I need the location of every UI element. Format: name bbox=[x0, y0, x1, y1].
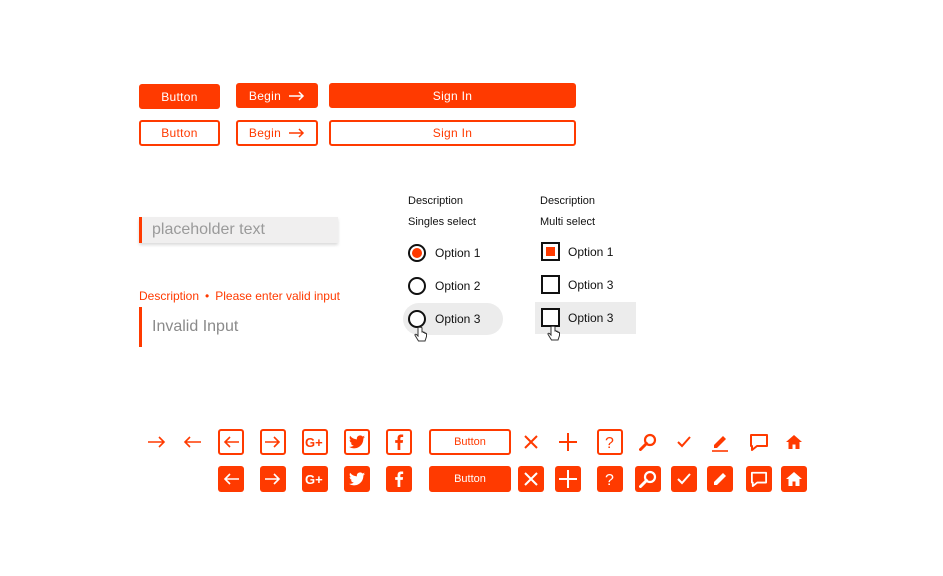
multi-title: Multi select bbox=[540, 216, 596, 228]
close-icon[interactable] bbox=[518, 429, 544, 455]
button-label: Button bbox=[161, 89, 198, 104]
sign-in-label: Sign In bbox=[432, 88, 473, 103]
help-solid-icon[interactable]: ? bbox=[597, 466, 623, 492]
arrow-left-boxed-icon[interactable] bbox=[218, 429, 244, 455]
sign-in-label: Sign In bbox=[432, 126, 473, 140]
comment-solid-icon[interactable] bbox=[746, 466, 772, 492]
checkbox-empty-icon bbox=[541, 308, 560, 327]
radio-option-label: Option 2 bbox=[435, 279, 481, 293]
multi-description: Description bbox=[540, 195, 596, 207]
facebook-icon[interactable] bbox=[386, 429, 412, 455]
button-label: Button bbox=[161, 126, 198, 140]
checkbox-option-1[interactable]: Option 1 bbox=[541, 242, 613, 261]
comment-icon[interactable] bbox=[746, 429, 772, 455]
arrow-right-icon bbox=[289, 128, 305, 138]
google-plus-icon[interactable]: G+ bbox=[302, 429, 328, 455]
arrow-left-icon[interactable] bbox=[179, 429, 205, 455]
button-outline[interactable]: Button bbox=[139, 120, 220, 146]
check-solid-icon[interactable] bbox=[671, 466, 697, 492]
radio-option-3[interactable]: Option 3 bbox=[408, 310, 480, 328]
facebook-solid-icon[interactable] bbox=[386, 466, 412, 492]
invalid-field[interactable] bbox=[152, 318, 338, 336]
checkbox-option-label: Option 1 bbox=[568, 244, 614, 259]
error-separator: • bbox=[205, 289, 210, 303]
search-solid-icon[interactable] bbox=[635, 466, 661, 492]
radio-option-label: Option 3 bbox=[435, 312, 481, 326]
close-solid-icon[interactable] bbox=[518, 466, 544, 492]
hand-cursor-icon bbox=[414, 326, 428, 348]
plus-solid-icon[interactable] bbox=[555, 466, 581, 492]
home-solid-icon[interactable] bbox=[781, 466, 807, 492]
plus-icon[interactable] bbox=[555, 429, 581, 455]
button-small-solid[interactable]: Button bbox=[429, 466, 511, 492]
begin-button-outline[interactable]: Begin bbox=[236, 120, 318, 146]
checkbox-option-3[interactable]: Option 3 bbox=[541, 308, 613, 327]
arrow-right-icon[interactable] bbox=[144, 429, 170, 455]
home-icon[interactable] bbox=[781, 429, 807, 455]
singles-description: Description bbox=[408, 195, 464, 207]
svg-text:G+: G+ bbox=[305, 472, 323, 486]
twitter-icon[interactable] bbox=[344, 429, 370, 455]
check-icon[interactable] bbox=[671, 429, 697, 455]
radio-selected-icon bbox=[408, 244, 426, 262]
placeholder-field[interactable] bbox=[152, 221, 338, 239]
button-label: Button bbox=[454, 473, 486, 485]
twitter-solid-icon[interactable] bbox=[344, 466, 370, 492]
svg-text:G+: G+ bbox=[305, 435, 323, 449]
svg-text:?: ? bbox=[605, 435, 614, 450]
arrow-right-solid-icon[interactable] bbox=[260, 466, 286, 492]
sign-in-button-solid[interactable]: Sign In bbox=[329, 83, 576, 108]
arrow-left-solid-icon[interactable] bbox=[218, 466, 244, 492]
radio-empty-icon bbox=[408, 277, 426, 295]
checkbox-empty-icon bbox=[541, 275, 560, 294]
checkbox-option-2[interactable]: Option 3 bbox=[541, 275, 613, 294]
checkbox-option-label: Option 3 bbox=[568, 277, 614, 292]
text-input-placeholder[interactable] bbox=[139, 217, 338, 243]
arrow-right-icon bbox=[289, 90, 305, 101]
google-plus-solid-icon[interactable]: G+ bbox=[302, 466, 328, 492]
arrow-right-boxed-icon[interactable] bbox=[260, 429, 286, 455]
radio-option-1[interactable]: Option 1 bbox=[408, 244, 480, 262]
edit-icon[interactable] bbox=[707, 429, 733, 455]
error-description: Description • Please enter valid input bbox=[139, 289, 340, 303]
edit-solid-icon[interactable] bbox=[707, 466, 733, 492]
button-small-outline[interactable]: Button bbox=[429, 429, 511, 455]
begin-label: Begin bbox=[248, 88, 282, 103]
checkbox-option-label: Option 3 bbox=[568, 310, 614, 325]
svg-text:?: ? bbox=[605, 472, 614, 487]
radio-empty-icon bbox=[408, 310, 426, 328]
error-desc-label: Description bbox=[139, 289, 200, 303]
help-icon[interactable]: ? bbox=[597, 429, 623, 455]
radio-option-2[interactable]: Option 2 bbox=[408, 277, 480, 295]
button-solid[interactable]: Button bbox=[139, 84, 220, 109]
begin-label: Begin bbox=[248, 126, 282, 140]
search-icon[interactable] bbox=[635, 429, 661, 455]
sign-in-button-outline[interactable]: Sign In bbox=[329, 120, 576, 146]
button-label: Button bbox=[454, 436, 486, 448]
radio-option-label: Option 1 bbox=[435, 246, 481, 260]
begin-button-solid[interactable]: Begin bbox=[236, 83, 318, 108]
text-input-invalid[interactable] bbox=[139, 307, 338, 347]
singles-title: Singles select bbox=[408, 216, 476, 228]
error-message: Please enter valid input bbox=[215, 289, 340, 303]
hand-cursor-icon bbox=[547, 325, 561, 347]
checkbox-checked-icon bbox=[541, 242, 560, 261]
